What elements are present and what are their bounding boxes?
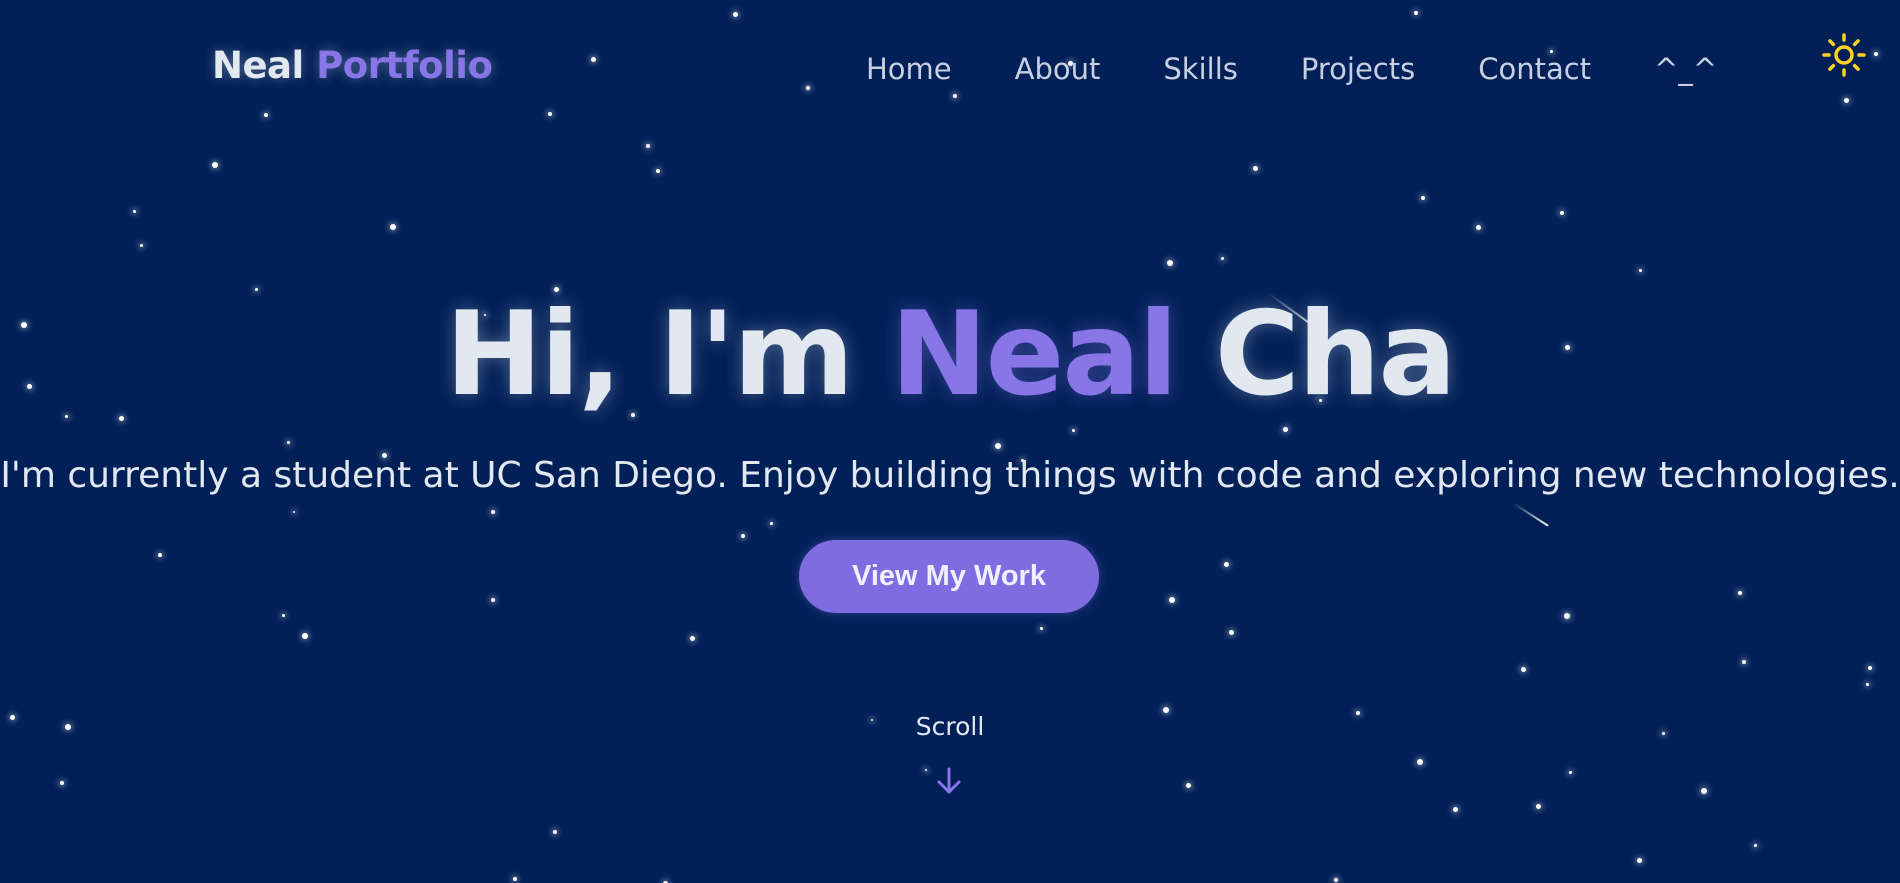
star	[1334, 878, 1338, 882]
scroll-label[interactable]: Scroll	[0, 712, 1900, 741]
star	[1738, 591, 1742, 595]
star	[1560, 211, 1564, 215]
star	[553, 830, 557, 834]
star	[1868, 666, 1872, 670]
star	[1228, 629, 1234, 635]
star	[1220, 256, 1224, 260]
arrow-down-icon[interactable]	[934, 766, 964, 796]
nav-link-contact[interactable]: Contact	[1478, 52, 1591, 86]
star	[513, 877, 517, 881]
nav-link-skills[interactable]: Skills	[1163, 52, 1237, 86]
hero-subtitle: I'm currently a student at UC San Diego.…	[0, 455, 1900, 496]
star	[1865, 682, 1869, 686]
star	[1535, 803, 1541, 809]
star	[995, 443, 1001, 449]
star	[925, 769, 927, 771]
star	[1169, 597, 1175, 603]
nav-links: Home About Skills Projects Contact ^_^	[866, 52, 1717, 86]
star	[1475, 224, 1481, 230]
hero-title: Hi, I'm Neal Cha	[0, 285, 1900, 424]
nav-link-about[interactable]: About	[1015, 52, 1101, 86]
star	[1417, 759, 1423, 765]
logo-first-word: Neal	[212, 44, 304, 87]
star	[281, 613, 285, 617]
star	[1282, 426, 1288, 432]
star	[646, 144, 650, 148]
hero-first-name: Neal	[890, 287, 1179, 422]
star	[1701, 788, 1707, 794]
star	[491, 510, 495, 514]
star	[60, 781, 64, 785]
shooting-star	[1512, 502, 1549, 527]
portfolio-page: Neal Portfolio Home About Skills Project…	[0, 0, 1900, 883]
site-logo[interactable]: Neal Portfolio	[212, 44, 493, 87]
star	[1636, 857, 1642, 863]
star	[158, 553, 162, 557]
star	[1568, 770, 1572, 774]
star	[1223, 561, 1229, 567]
star	[741, 534, 745, 538]
hero-last-name: Cha	[1214, 287, 1457, 422]
star	[656, 169, 660, 173]
nav-link-projects[interactable]: Projects	[1301, 52, 1415, 86]
nav-link-home[interactable]: Home	[866, 52, 952, 86]
star	[1039, 626, 1043, 630]
star	[1071, 428, 1075, 432]
star	[390, 224, 396, 230]
star	[1252, 165, 1258, 171]
star	[1753, 843, 1757, 847]
star	[212, 162, 218, 168]
star	[1452, 806, 1458, 812]
star	[293, 511, 295, 513]
star	[1564, 613, 1570, 619]
star	[302, 633, 308, 639]
sun-icon[interactable]	[1822, 33, 1866, 77]
star	[1742, 660, 1746, 664]
star	[689, 635, 695, 641]
star	[1167, 260, 1173, 266]
star	[1185, 782, 1191, 788]
star	[1421, 196, 1425, 200]
star	[139, 243, 143, 247]
star	[132, 209, 136, 213]
hero-greeting: Hi, I'm	[445, 287, 854, 422]
star	[286, 440, 290, 444]
view-my-work-button[interactable]: View My Work	[799, 540, 1099, 613]
nav-link-emoticon[interactable]: ^_^	[1654, 52, 1717, 86]
star	[769, 521, 773, 525]
star	[491, 598, 495, 602]
star	[1520, 666, 1526, 672]
navbar: Neal Portfolio Home About Skills Project…	[0, 0, 1900, 140]
star	[1638, 268, 1642, 272]
logo-second-word: Portfolio	[316, 44, 493, 87]
